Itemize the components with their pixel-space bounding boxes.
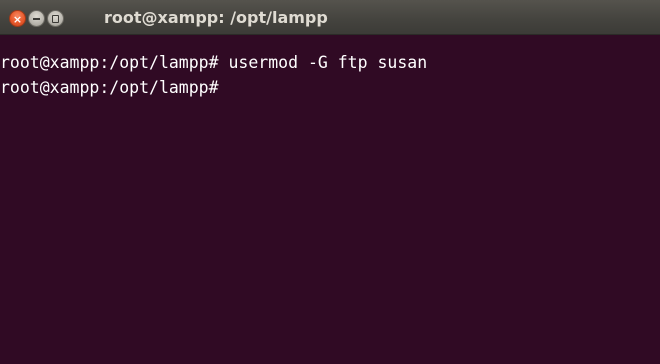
terminal-content[interactable]: root@xampp:/opt/lampp# usermod -G ftp su… bbox=[0, 35, 660, 364]
shell-prompt: root@xampp:/opt/lampp# bbox=[0, 53, 219, 72]
maximize-icon bbox=[52, 15, 59, 23]
command-text: usermod -G ftp susan bbox=[218, 53, 428, 72]
minimize-button[interactable] bbox=[28, 10, 45, 27]
close-icon: × bbox=[12, 13, 23, 26]
terminal-line: root@xampp:/opt/lampp# usermod -G ftp su… bbox=[0, 50, 660, 75]
shell-prompt: root@xampp:/opt/lampp# bbox=[0, 78, 219, 97]
maximize-button[interactable] bbox=[47, 10, 64, 27]
terminal-line: root@xampp:/opt/lampp# bbox=[0, 75, 660, 100]
close-button[interactable]: × bbox=[9, 10, 26, 27]
terminal-window: × root@xampp: /opt/lampp root@xampp:/opt… bbox=[0, 0, 660, 364]
title-bar[interactable]: × root@xampp: /opt/lampp bbox=[0, 0, 660, 35]
minimize-icon bbox=[33, 18, 40, 20]
window-title: root@xampp: /opt/lampp bbox=[104, 8, 328, 27]
